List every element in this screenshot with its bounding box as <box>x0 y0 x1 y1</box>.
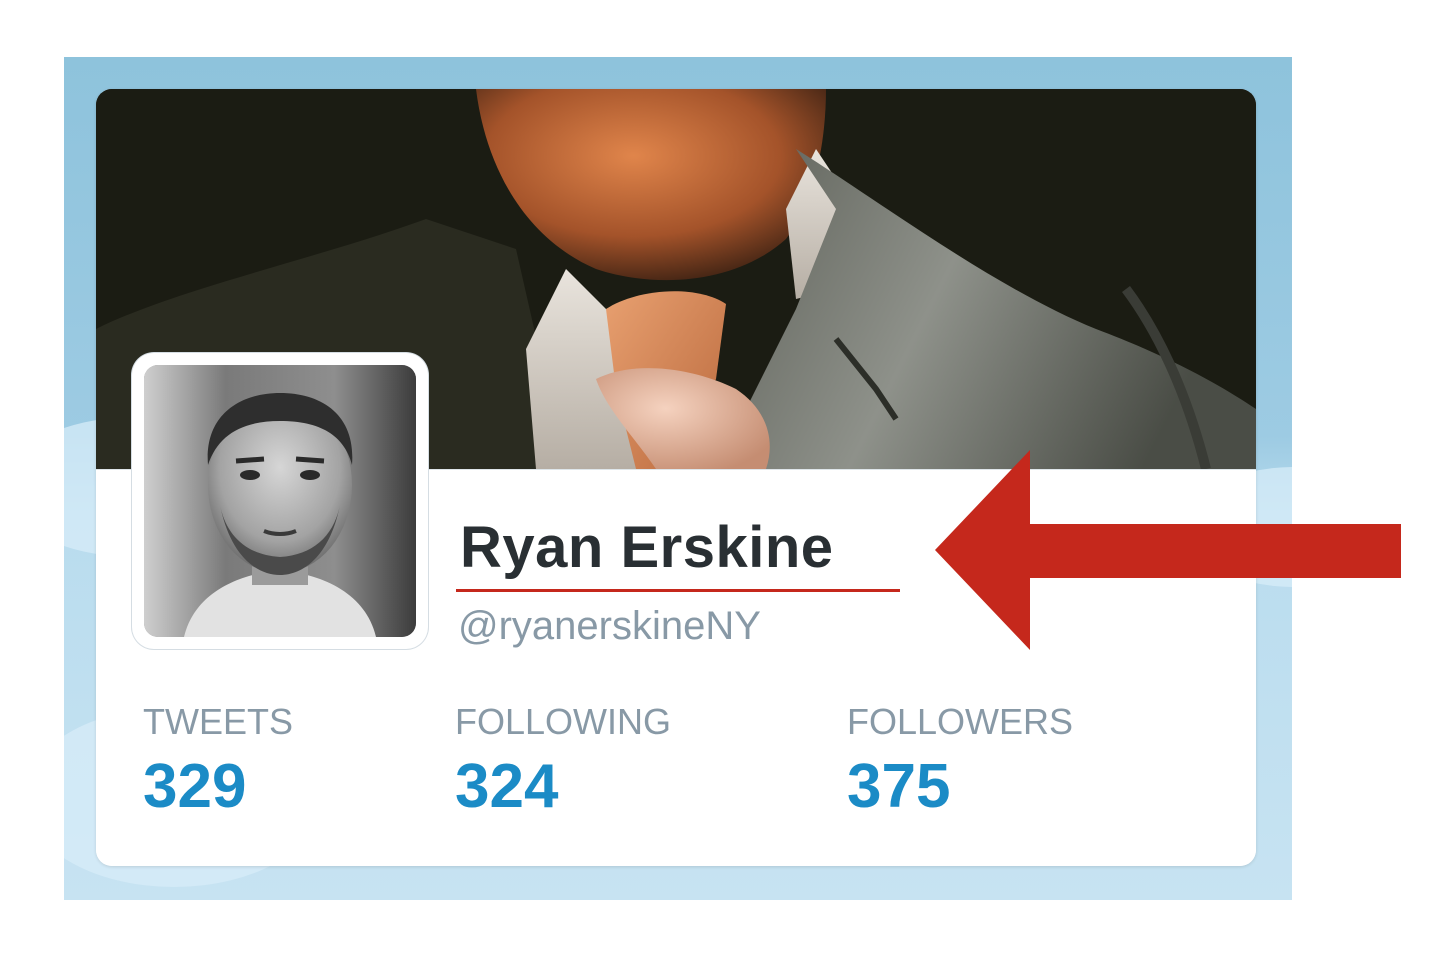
stat-value: 324 <box>455 752 559 821</box>
screenshot-stage: Ryan Erskine @ryanerskineNY TWEETS 329 F… <box>0 0 1440 960</box>
stat-tweets[interactable]: TWEETS 329 <box>143 700 293 822</box>
profile-avatar[interactable] <box>132 353 428 649</box>
arrow-left-icon <box>935 450 1401 650</box>
profile-name[interactable]: Ryan Erskine <box>460 512 834 584</box>
profile-handle[interactable]: @ryanerskineNY <box>458 600 761 652</box>
stat-label: FOLLOWING <box>455 701 672 742</box>
stat-label: FOLLOWERS <box>847 701 1074 742</box>
annotation-underline <box>456 589 900 592</box>
avatar-photo <box>144 365 416 637</box>
stat-following[interactable]: FOLLOWING 324 <box>455 700 671 822</box>
stat-value: 375 <box>847 752 951 821</box>
stat-label: TWEETS <box>143 701 293 742</box>
stat-followers[interactable]: FOLLOWERS 375 <box>847 700 1073 822</box>
stat-value: 329 <box>143 752 247 821</box>
